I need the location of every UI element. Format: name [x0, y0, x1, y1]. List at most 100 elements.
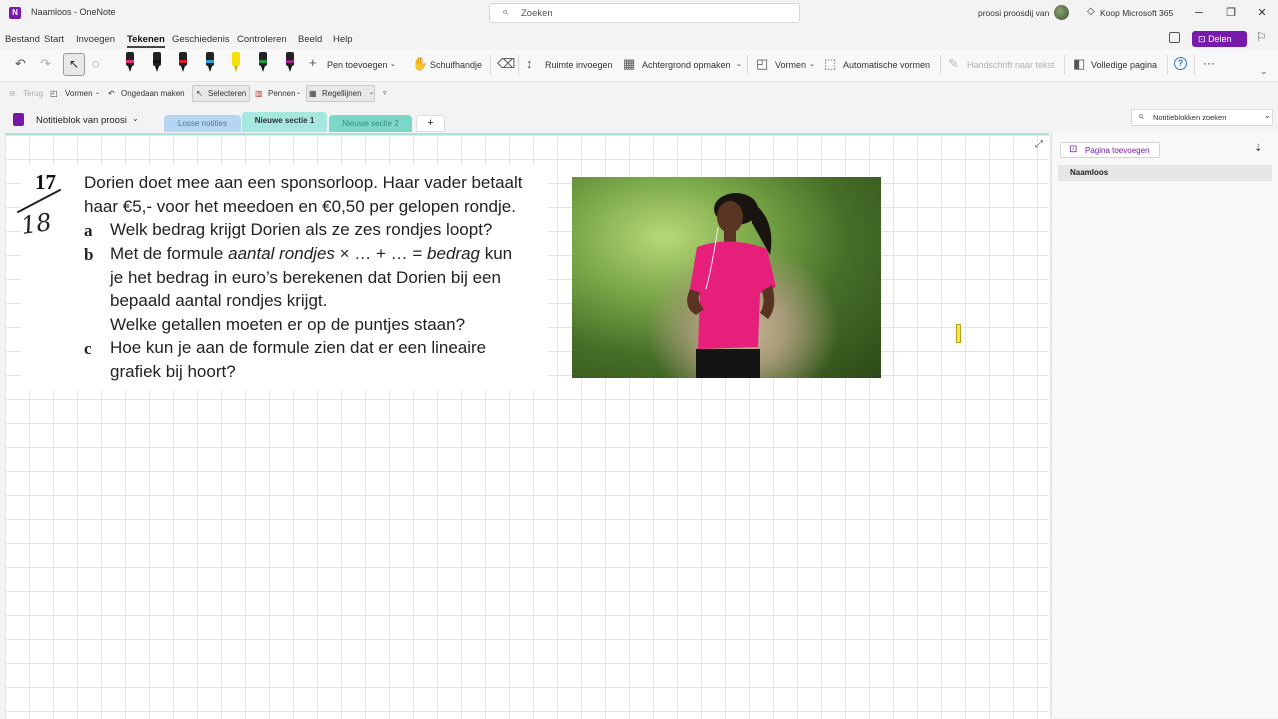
question-a-text: Welk bedrag krijgt Dorien als ze zes ron… — [110, 220, 493, 239]
menu-tekenen[interactable]: Tekenen — [127, 34, 165, 48]
comments-icon[interactable]: ⚐ — [1256, 30, 1267, 44]
question-b-text: × … + … = — [334, 244, 428, 263]
sort-icon[interactable]: ⇣ — [1254, 143, 1262, 154]
tab-nieuwe-sectie-2[interactable]: Nieuwe sectie 2 — [329, 115, 412, 132]
back-button[interactable]: Terug — [23, 89, 43, 98]
back-icon: ⊖ — [9, 89, 16, 98]
eraser-icon[interactable]: ⌫ — [497, 56, 515, 72]
page-item[interactable]: Naamloos — [1058, 165, 1272, 181]
search-icon: ⌕ — [1138, 111, 1144, 122]
pen-green[interactable] — [257, 52, 269, 74]
question-b-line: Met de formule aantal rondjes × … + … = … — [110, 244, 512, 264]
hand-icon: ✋ — [412, 56, 429, 71]
quick-pens-button[interactable]: Pennen — [268, 89, 296, 98]
auto-shapes-button[interactable]: Automatische vormen — [843, 60, 930, 70]
search-placeholder: Zoeken — [521, 8, 553, 19]
highlighter-yellow[interactable] — [230, 52, 242, 74]
pen-pink[interactable] — [124, 52, 136, 74]
page-item-label: Naamloos — [1070, 168, 1109, 177]
onenote-logo-icon: N — [9, 7, 21, 19]
tab-nieuwe-sectie-1[interactable]: Nieuwe sectie 1 — [242, 112, 327, 132]
hand-tool-button[interactable]: Schuifhandje — [430, 60, 482, 70]
avatar[interactable] — [1054, 5, 1069, 20]
chevron-down-icon: ⌄ — [736, 61, 742, 68]
background-icon: ▦ — [623, 56, 636, 71]
ink-to-text-icon: ✎ — [948, 56, 959, 71]
sticky-notes-icon[interactable] — [1169, 32, 1180, 43]
pen-purple[interactable] — [284, 52, 296, 74]
plus-icon: + — [309, 55, 317, 70]
chevron-down-icon: ⌄ — [809, 61, 815, 68]
notebook-search-placeholder: Notitieblokken zoeken — [1153, 113, 1227, 122]
exercise-text-line: haar €5,- voor het meedoen en €0,50 per … — [84, 197, 516, 216]
user-name[interactable]: proosi proosdij van — [978, 8, 1049, 18]
collapse-ribbon-icon[interactable]: ⌄ — [1260, 66, 1268, 77]
undo-icon[interactable]: ↶ — [15, 56, 26, 72]
pen-black[interactable] — [151, 52, 163, 74]
menu-start[interactable]: Start — [44, 34, 64, 45]
grid-icon: ▦ — [309, 89, 317, 98]
menu-beeld[interactable]: Beeld — [298, 34, 322, 45]
undo-small-icon: ↶ — [108, 89, 115, 98]
question-b-italic: bedrag — [427, 244, 480, 263]
share-label: Delen — [1208, 34, 1232, 44]
shapes-small-icon: ◰ — [50, 89, 58, 98]
menu-help[interactable]: Help — [333, 34, 353, 45]
close-button[interactable]: ✕ — [1253, 4, 1271, 22]
cursor-icon: ↖ — [69, 57, 80, 71]
add-section-button[interactable]: + — [416, 115, 445, 132]
question-b-text: Welke getallen moeten er op de puntjes s… — [110, 315, 466, 334]
add-page-button[interactable]: ⊡ Pagina toevoegen — [1060, 142, 1160, 158]
more-options-button[interactable]: ··· — [1203, 56, 1215, 70]
background-button[interactable]: Achtergrond opmaken — [642, 60, 731, 70]
search-box[interactable]: ⌕ Zoeken — [489, 3, 800, 23]
full-page-button[interactable]: Volledige pagina — [1091, 60, 1157, 70]
redo-icon[interactable]: ↷ — [40, 56, 51, 72]
quick-shapes-button[interactable]: Vormen — [65, 89, 93, 98]
chevron-down-icon: ⌄ — [132, 114, 139, 123]
select-tool-button[interactable]: ↖ — [63, 53, 85, 76]
ink-to-text-button[interactable]: Handschrift naar tekst — [967, 60, 1055, 70]
help-icon[interactable]: ? — [1174, 57, 1187, 70]
quick-undo-button[interactable]: Ongedaan maken — [121, 89, 185, 98]
question-letter-b: b — [84, 245, 94, 264]
pen-blue[interactable] — [204, 52, 216, 74]
menu-geschiedenis[interactable]: Geschiedenis — [172, 34, 230, 45]
question-b-text: kun — [479, 244, 513, 263]
menu-controleren[interactable]: Controleren — [237, 34, 287, 45]
add-page-icon: ⊡ — [1069, 144, 1078, 155]
share-button[interactable]: ⊡ Delen ⌄ — [1192, 31, 1247, 60]
menu-invoegen[interactable]: Invoegen — [76, 34, 115, 45]
chevron-down-icon: ⌄ — [369, 90, 375, 96]
restore-button[interactable]: ❐ — [1222, 4, 1240, 22]
notebook-icon — [13, 113, 24, 126]
exercise-text-line: Dorien doet mee aan een sponsorloop. Haa… — [84, 173, 523, 192]
tab-losse-notities[interactable]: Losse notities — [164, 115, 241, 132]
question-letter-a: a — [84, 221, 93, 240]
runner-figure — [687, 193, 776, 378]
question-c-text: grafiek bij hoort? — [110, 362, 236, 381]
chevron-down-icon: ⌄ — [296, 90, 302, 96]
lasso-icon[interactable]: ◌ — [92, 56, 100, 71]
shapes-icon: ◰ — [756, 56, 769, 71]
expand-icon[interactable]: ⤢ — [1035, 139, 1043, 150]
diamond-icon: ◇ — [1087, 6, 1095, 17]
menu-bestand[interactable]: Bestand — [5, 34, 40, 45]
notebook-selector[interactable]: Notitieblok van proosi — [36, 115, 127, 126]
customize-toolbar-icon[interactable]: ▿ — [383, 89, 387, 97]
notebook-search[interactable]: ⌕ Notitieblokken zoeken ⌄ — [1131, 109, 1273, 126]
insert-space-button[interactable]: Ruimte invoegen — [545, 60, 613, 70]
shapes-button[interactable]: Vormen — [775, 60, 806, 70]
buy-microsoft-365-button[interactable]: Koop Microsoft 365 — [1100, 8, 1173, 18]
highlighter-cursor — [956, 324, 961, 343]
add-pen-button[interactable]: Pen toevoegen — [327, 60, 388, 70]
minimize-button[interactable]: ─ — [1190, 4, 1208, 22]
runner-photo — [572, 177, 881, 378]
search-icon: ⌕ — [502, 6, 509, 18]
question-b-text: Met de formule — [110, 244, 229, 263]
ribbon-divider — [940, 55, 941, 75]
window-title: Naamloos - OneNote — [31, 7, 116, 17]
question-b-text: je het bedrag in euro’s berekenen dat Do… — [110, 268, 501, 287]
auto-shapes-icon: ⬚ — [824, 56, 837, 71]
pen-red[interactable] — [177, 52, 189, 74]
